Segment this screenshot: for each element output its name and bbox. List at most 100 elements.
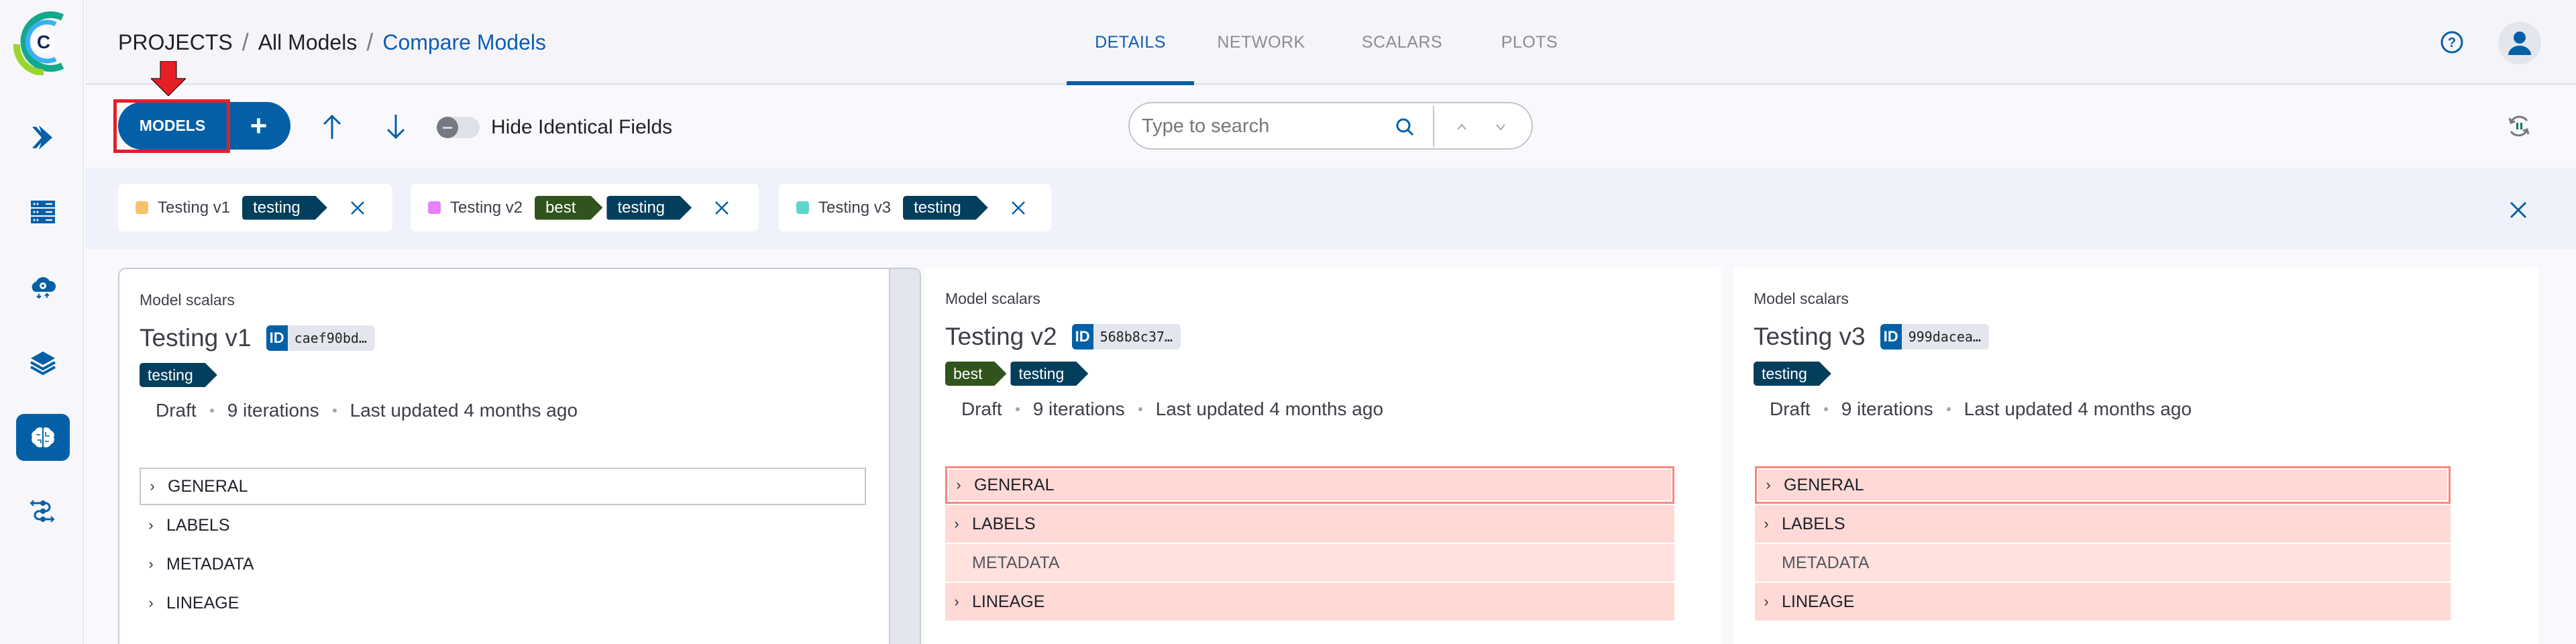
sidebar-item-datasets[interactable] [16, 189, 70, 236]
model-chip[interactable]: Testing v3 testing [779, 184, 1051, 231]
auto-refresh-paused-icon[interactable] [2506, 113, 2532, 140]
logo-icon: C [13, 11, 64, 76]
tab-network[interactable]: NETWORK [1194, 0, 1328, 85]
section-label: LABELS [1782, 514, 1845, 533]
id-value: 568b8c37… [1099, 329, 1173, 345]
search-next-icon[interactable] [1491, 117, 1511, 137]
pipelines-icon [32, 125, 52, 150]
chevron-right-icon: › [148, 555, 154, 572]
search-divider [1433, 106, 1434, 147]
sidebar-item-orchestration[interactable] [16, 263, 70, 310]
section-lineage[interactable]: › LINEAGE [945, 583, 1674, 621]
model-title: Testing v1 [140, 324, 252, 352]
chevron-right-icon: › [1766, 476, 1771, 493]
model-status: Draft [1770, 398, 1811, 419]
section-labels[interactable]: › LABELS [945, 505, 1674, 543]
arrow-down-icon[interactable] [381, 112, 411, 142]
section-metadata[interactable]: › METADATA [140, 545, 866, 583]
help-icon: ? [2440, 31, 2463, 54]
chevron-right-icon: › [1764, 515, 1769, 532]
section-general[interactable]: › GENERAL [945, 466, 1674, 504]
id-label: ID [1071, 324, 1093, 350]
tag-testing: testing [1010, 362, 1088, 386]
card-drag-handle[interactable] [889, 269, 920, 644]
app-logo[interactable]: C [10, 8, 74, 76]
section-metadata: METADATA [1755, 544, 2451, 582]
search-icon[interactable] [1395, 117, 1415, 137]
model-sections: › GENERAL › LABELS METADATA › LINEAGE [945, 466, 1674, 622]
model-meta: Draft 9 iterations Last updated 4 months… [156, 400, 578, 421]
search-prev-icon[interactable] [1452, 117, 1472, 137]
search-box [1128, 102, 1533, 150]
model-chip-name: Testing v3 [818, 198, 892, 217]
view-tabs: DETAILS NETWORK SCALARS PLOTS [1067, 0, 1583, 85]
cloud-gear-icon [32, 277, 56, 299]
section-lineage[interactable]: › LINEAGE [140, 584, 866, 622]
model-meta: Draft 9 iterations Last updated 4 months… [1770, 398, 2192, 420]
help-button[interactable]: ? [2440, 30, 2464, 54]
tag-testing: testing [242, 196, 327, 220]
card-subtitle: Model scalars [945, 290, 1040, 307]
selected-models-bar: Testing v1 testing Testing v2 best testi… [85, 168, 2576, 250]
model-iterations: 9 iterations [227, 400, 319, 421]
close-icon[interactable] [713, 199, 731, 217]
tab-scalars[interactable]: SCALARS [1328, 0, 1476, 85]
user-avatar[interactable] [2498, 21, 2541, 64]
section-label: METADATA [972, 553, 1060, 572]
svg-text:?: ? [2448, 36, 2456, 50]
arrow-up-icon[interactable] [317, 112, 347, 142]
id-value: 999dacea… [1908, 329, 1981, 345]
tag-testing: testing [606, 196, 692, 220]
workflow-icon [30, 500, 55, 523]
sidebar-item-pipelines[interactable] [16, 114, 70, 161]
section-label: METADATA [1782, 553, 1870, 572]
model-chip[interactable]: Testing v1 testing [118, 184, 392, 231]
close-icon[interactable] [1010, 199, 1027, 217]
add-model-button[interactable]: + [227, 102, 290, 150]
model-title: Testing v2 [945, 323, 1057, 350]
model-color-swatch [136, 201, 148, 214]
breadcrumb: PROJECTS / All Models / Compare Models [118, 28, 546, 56]
breadcrumb-all-models[interactable]: All Models [258, 30, 358, 55]
tab-details[interactable]: DETAILS [1067, 0, 1194, 85]
chevron-right-icon: › [148, 517, 154, 533]
section-labels[interactable]: › LABELS [140, 506, 866, 544]
model-iterations: 9 iterations [1032, 398, 1125, 419]
model-chip[interactable]: Testing v2 best testing [411, 184, 759, 231]
tag-testing: testing [903, 196, 988, 220]
model-iterations: 9 iterations [1841, 398, 1933, 419]
close-icon[interactable] [349, 199, 366, 217]
search-input[interactable] [1142, 111, 1383, 141]
breadcrumb-projects[interactable]: PROJECTS [118, 30, 233, 55]
section-label: LINEAGE [166, 593, 239, 612]
section-label: GENERAL [168, 476, 248, 496]
section-general[interactable]: › GENERAL [140, 468, 866, 505]
id-label: ID [1880, 324, 1902, 350]
chevron-right-icon: › [150, 478, 155, 494]
model-title: Testing v3 [1754, 323, 1866, 350]
model-updated: Last updated 4 months ago [1964, 398, 2192, 419]
sidebar-item-layers[interactable] [16, 339, 70, 386]
model-chip-name: Testing v1 [158, 198, 231, 217]
section-label: GENERAL [974, 475, 1055, 494]
model-card: Model scalars Testing v2 ID 568b8c37… be… [925, 268, 1721, 644]
model-id-chip[interactable]: ID caef90bd… [266, 325, 375, 351]
toggle-knob [437, 117, 458, 138]
sidebar-item-workflows[interactable] [16, 489, 70, 536]
hide-identical-toggle[interactable] [437, 117, 480, 138]
tab-plots[interactable]: PLOTS [1476, 0, 1583, 85]
user-icon [2508, 32, 2531, 55]
section-labels[interactable]: › LABELS [1755, 505, 2451, 543]
breadcrumb-separator: / [366, 28, 374, 56]
model-status: Draft [156, 400, 197, 421]
model-id-chip[interactable]: ID 999dacea… [1880, 324, 1989, 350]
sidebar-item-models[interactable] [16, 414, 70, 461]
section-label: LINEAGE [972, 592, 1045, 611]
id-value: caef90bd… [294, 330, 367, 346]
tag-testing: testing [1754, 362, 1831, 386]
card-subtitle: Model scalars [140, 291, 235, 309]
section-lineage[interactable]: › LINEAGE [1755, 583, 2451, 621]
section-general[interactable]: › GENERAL [1755, 466, 2451, 504]
close-all-icon[interactable] [2506, 198, 2530, 222]
model-id-chip[interactable]: ID 568b8c37… [1071, 324, 1181, 350]
